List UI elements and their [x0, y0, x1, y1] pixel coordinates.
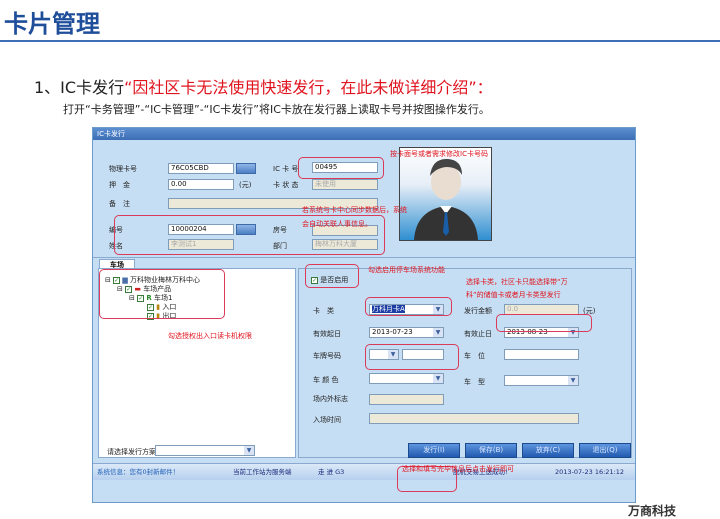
avatar-photo — [399, 147, 492, 241]
label: 发行金额 — [464, 307, 492, 315]
slot-input[interactable] — [504, 349, 579, 360]
highlight-tree — [99, 269, 225, 319]
status-bar: 系统信息：您有0封新邮件！ 当前工作站为服务端 走 进 G3 脱机交易上送成功!… — [93, 463, 635, 480]
label: 卡 状 态 — [273, 181, 299, 189]
color-select[interactable]: ▼ — [369, 373, 444, 384]
plan-select[interactable]: ▼ — [155, 445, 255, 456]
note-enable: 勾选启用停车场系统功能 — [368, 266, 445, 274]
note-type2: 科”的储值卡或者月卡类型发行 — [466, 291, 561, 299]
label: 请选择发行方案 — [107, 448, 156, 456]
label: 车 型 — [464, 378, 485, 386]
company-logo: 万商科技 — [628, 504, 677, 518]
station-status: 当前工作站为服务端 — [233, 468, 292, 476]
clock: 2013-07-23 16:21:12 — [555, 468, 625, 476]
heading-prefix: 1、IC卡发行 — [34, 78, 125, 97]
highlight-plate — [365, 344, 459, 370]
physical-card-input[interactable]: 76C05CBD — [168, 163, 234, 174]
note-tree: 勾选授权出入口读卡机权限 — [168, 332, 252, 340]
label: 有效止日 — [464, 330, 492, 338]
note-sync2: 会自动关联人事信息。 — [302, 220, 372, 228]
heading-quote: “因社区卡无法使用快速发行，在此未做详细介绍”： — [124, 78, 493, 97]
label: IC 卡 号 — [273, 165, 299, 173]
label: (元) — [239, 181, 252, 189]
highlight-enable — [305, 264, 359, 288]
label: 卡 类 — [313, 307, 334, 315]
label: 车 位 — [464, 352, 485, 360]
user-status: 走 进 G3 — [318, 468, 345, 476]
read-card-button[interactable] — [236, 163, 256, 174]
label: 押 金 — [109, 181, 130, 189]
label: 车 颜 色 — [313, 376, 339, 384]
label: 有效起日 — [313, 330, 341, 338]
issue-button[interactable]: 发行(I) — [408, 443, 460, 458]
deposit-input[interactable]: 0.00 — [168, 179, 234, 190]
card-status-field: 未使用 — [312, 179, 378, 190]
section-heading: 1、IC卡发行“因社区卡无法使用快速发行，在此未做详细介绍”： — [34, 74, 493, 98]
label: 场内外标志 — [313, 395, 348, 403]
model-select[interactable]: ▼ — [504, 375, 579, 386]
chevron-down-icon: ▼ — [433, 328, 443, 337]
start-date-picker[interactable]: 2013-07-23 ▼ — [369, 327, 444, 338]
person-icon — [414, 158, 478, 240]
parking-settings-panel: ✓ 是否启用 卡 类 万科月卡A ▼ 发行金额 0.0 (元) 有效起日 2013… — [298, 268, 632, 458]
label: 入场时间 — [313, 416, 341, 424]
note-issue: 选择和填写完毕信息后点击发行即可 — [402, 465, 514, 473]
exit-button[interactable]: 退出(Q) — [579, 443, 631, 458]
note-sync: 若系统与卡中心同步数据后，系统 — [302, 206, 407, 214]
title-rule — [0, 40, 720, 42]
note-ic: 按卡面号或者需求修改IC卡号码 — [390, 150, 488, 158]
chevron-down-icon: ▼ — [568, 376, 578, 385]
entry-time-field — [369, 413, 579, 424]
highlight-card-type — [365, 297, 452, 316]
window-title: IC卡发行 — [93, 128, 635, 140]
save-button[interactable]: 保存(B) — [465, 443, 517, 458]
mail-status[interactable]: 系统信息：您有0封新邮件！ — [97, 464, 179, 481]
chevron-down-icon: ▼ — [244, 446, 254, 455]
note-type: 选择卡类，社区卡只能选择带“万 — [466, 278, 568, 286]
label: 车牌号码 — [313, 352, 341, 360]
inout-select — [369, 394, 444, 405]
value: 2013-07-23 — [372, 328, 413, 336]
label: 物理卡号 — [109, 165, 137, 173]
highlight-ic — [298, 157, 384, 179]
instruction-text: 打开“卡务管理”-“IC卡管理”-“IC卡发行”将IC卡放在发行器上读取卡号并按… — [63, 103, 490, 116]
chevron-down-icon: ▼ — [433, 374, 443, 383]
slide-title: 卡片管理 — [4, 10, 100, 38]
highlight-end-date — [496, 314, 592, 332]
label: 备 注 — [109, 200, 130, 208]
divider — [93, 257, 635, 258]
cancel-button[interactable]: 放弃(C) — [522, 443, 574, 458]
